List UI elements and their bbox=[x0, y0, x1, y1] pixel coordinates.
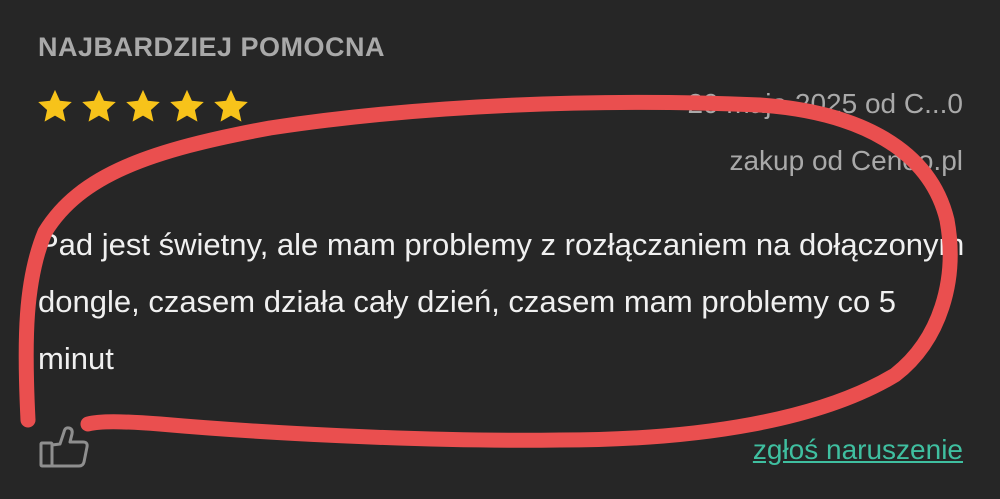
star-icon bbox=[38, 89, 72, 122]
review-text: Pad jest świetny, ale mam problemy z roz… bbox=[38, 227, 965, 376]
thumbs-up-icon bbox=[39, 426, 89, 468]
star-rating bbox=[36, 87, 250, 125]
star-icon bbox=[126, 89, 160, 122]
star-icon bbox=[82, 89, 116, 122]
section-title: NAJBARDZIEJ POMOCNA bbox=[38, 32, 386, 62]
star-icon bbox=[214, 89, 248, 122]
review-date-author: 20 maja 2025 od C...0 bbox=[687, 88, 963, 119]
purchase-source: zakup od Ceneo.pl bbox=[729, 145, 963, 176]
star-icon bbox=[170, 89, 204, 122]
helpful-button[interactable] bbox=[38, 424, 92, 470]
report-abuse-link[interactable]: zgłoś naruszenie bbox=[753, 434, 963, 466]
review-card: NAJBARDZIEJ POMOCNA 20 maja 2025 od C...… bbox=[0, 0, 1000, 499]
